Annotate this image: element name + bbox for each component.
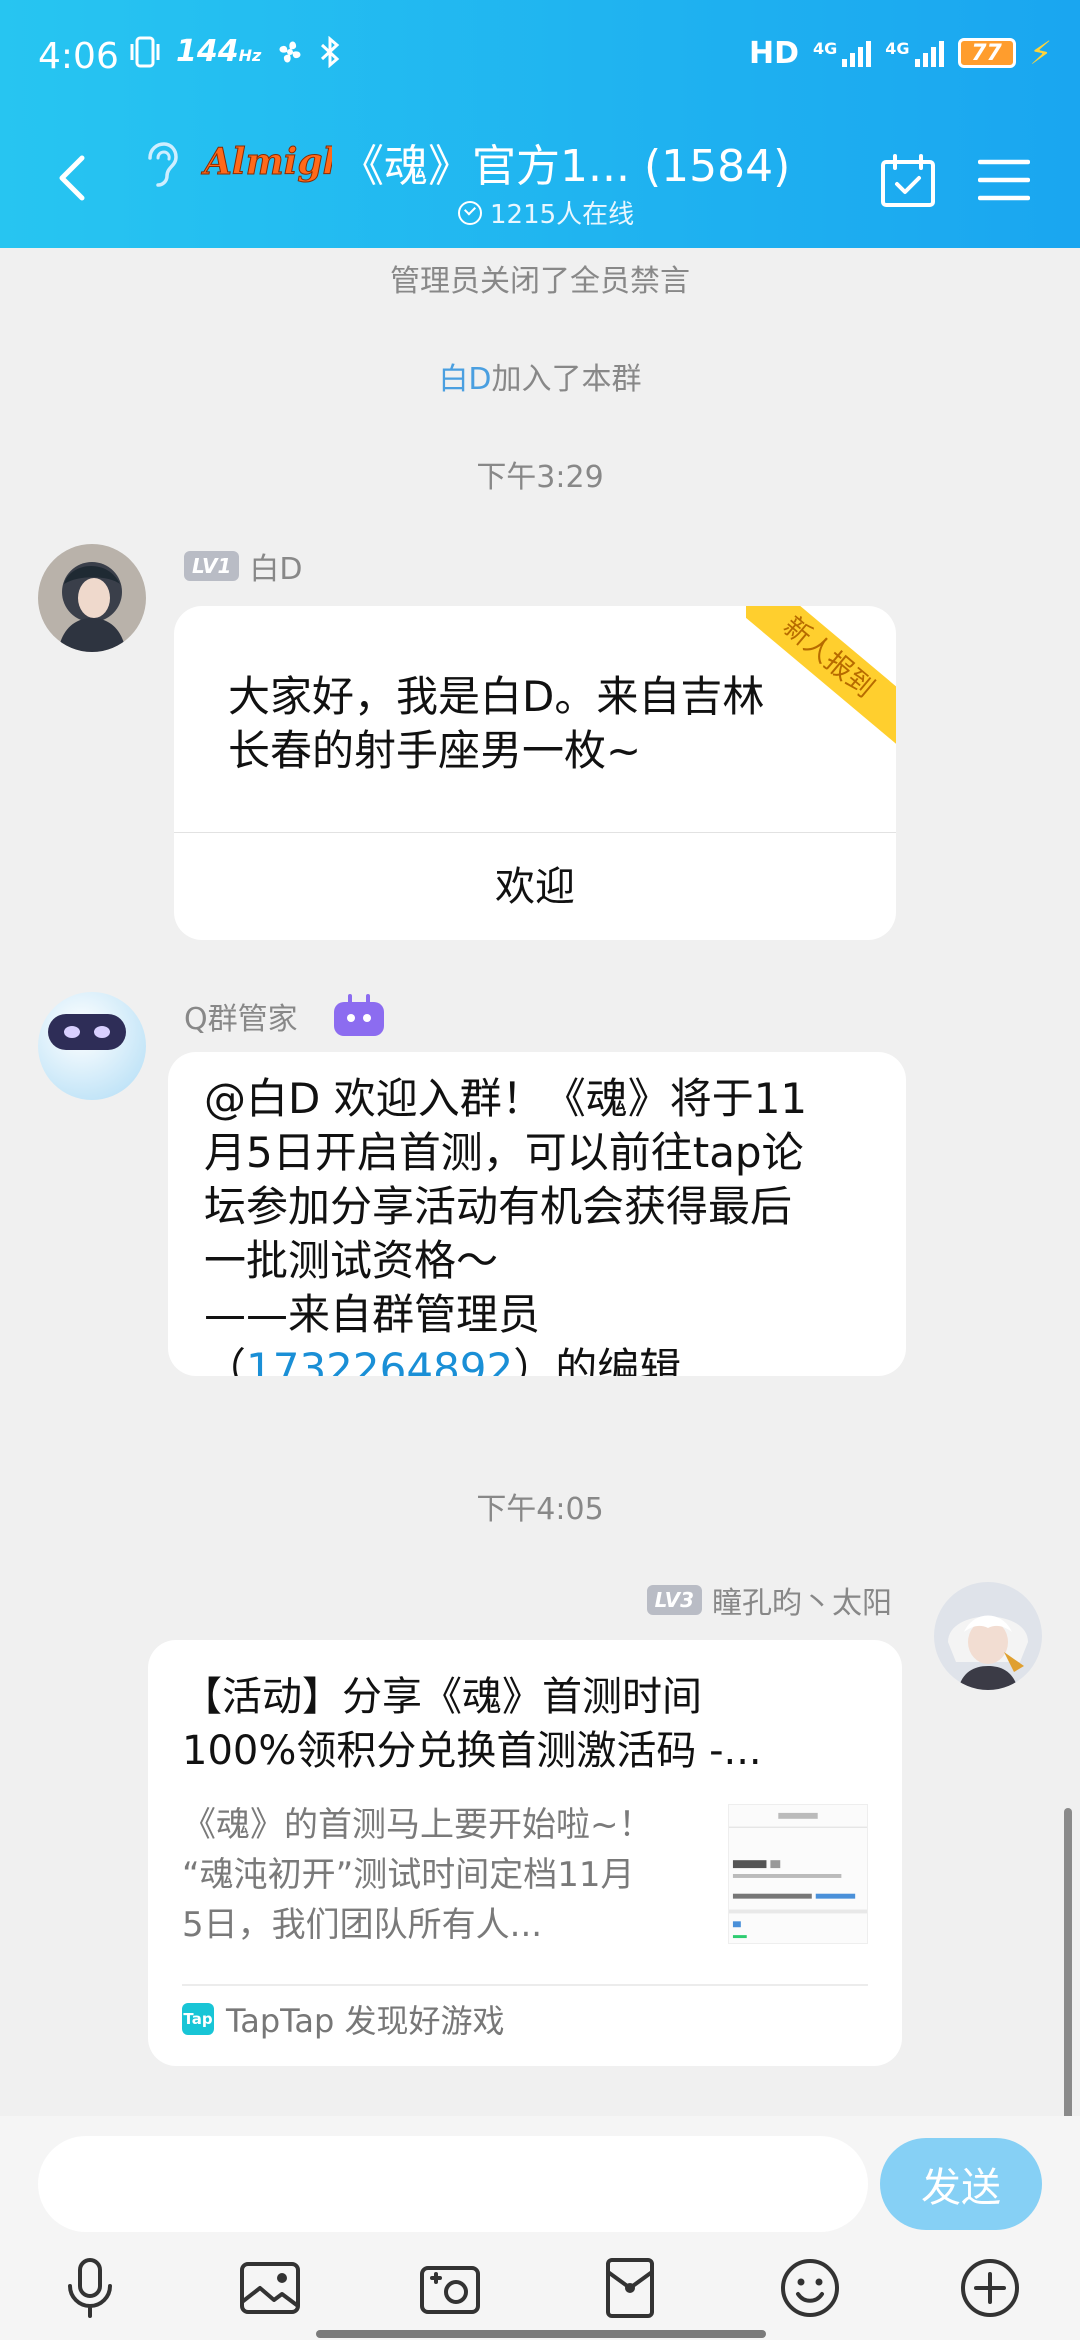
system-message: 管理员关闭了全员禁言: [390, 264, 690, 299]
chat-area[interactable]: 管理员关闭了全员禁言 白D加入了本群 下午3:29 LV1 白D 新人报到 大家…: [0, 248, 1080, 2116]
input-toolbar: [0, 2256, 1080, 2340]
ear-icon[interactable]: [140, 140, 180, 190]
online-count: 1215人在线: [458, 194, 634, 231]
bluetooth-icon: [321, 35, 340, 68]
system-message-join: 白D加入了本群: [438, 362, 642, 397]
avatar[interactable]: [38, 544, 146, 652]
system-user-link[interactable]: 白D: [438, 362, 491, 397]
message-input[interactable]: [38, 2136, 868, 2232]
qq-number-link[interactable]: 1732264892: [246, 1344, 513, 1376]
level-badge: LV3: [646, 1585, 702, 1615]
charging-icon: ⚡: [1029, 34, 1052, 72]
camera-icon[interactable]: [418, 2256, 482, 2320]
app-header: 4:06 144Hz HD 4G 4G 77 ⚡ Almight 《魂》官方1.…: [0, 0, 1080, 248]
sender-line: LV1 白D: [184, 544, 303, 588]
newcomer-ribbon: 新人报到: [746, 606, 896, 756]
welcome-button[interactable]: 欢迎: [174, 832, 896, 940]
status-right-icons: HD 4G 4G 77 ⚡: [749, 34, 1052, 72]
share-source: Tap TapTap 发现好游戏: [182, 2002, 505, 2040]
online-check-icon: [458, 200, 482, 225]
timestamp: 下午3:29: [476, 460, 604, 495]
sender-name[interactable]: Q群管家: [184, 994, 298, 1038]
newcomer-card[interactable]: 新人报到 大家好，我是白D。来自吉林 长春的射手座男一枚~ 欢迎: [174, 606, 896, 940]
svg-text:Almight: Almight: [201, 141, 332, 183]
refresh-rate: 144Hz: [176, 34, 262, 69]
status-time: 4:06: [38, 36, 119, 77]
menu-icon[interactable]: [978, 158, 1030, 202]
fan-icon: [279, 41, 301, 62]
group-title[interactable]: 《魂》官方1... (1584): [340, 130, 790, 194]
sender-name[interactable]: 瞳孔昀丶太阳: [712, 1578, 892, 1622]
image-icon[interactable]: [238, 2256, 302, 2320]
vibrate-icon: [130, 36, 160, 67]
bot-avatar[interactable]: [38, 992, 146, 1100]
emoji-icon[interactable]: [778, 2256, 842, 2320]
message-bubble[interactable]: @白D 欢迎入群！《魂》将于11 月5日开启首测，可以前往tap论 坛参加分享活…: [168, 1052, 906, 1376]
status-left-icons: 144Hz: [128, 34, 341, 69]
calendar-icon[interactable]: [880, 154, 936, 208]
avatar-image: [38, 544, 146, 652]
message-text: 大家好，我是白D。来自吉林 长春的射手座男一枚~: [228, 672, 765, 775]
share-title: 【活动】分享《魂》首测时间 100%领积分兑换首测激活码 -...: [182, 1674, 762, 1774]
plus-icon[interactable]: [958, 2256, 1022, 2320]
input-panel: 发送: [0, 2116, 1080, 2340]
level-badge: LV1: [184, 551, 240, 581]
signal-icon: 4G: [813, 39, 872, 67]
sender-line: LV3 瞳孔昀丶太阳: [646, 1578, 892, 1622]
microphone-icon[interactable]: [58, 2256, 122, 2320]
home-indicator[interactable]: [316, 2330, 766, 2338]
message-text: @白D 欢迎入群！《魂》将于11 月5日开启首测，可以前往tap论 坛参加分享活…: [204, 1072, 807, 1376]
sender-name[interactable]: 白D: [249, 544, 302, 588]
avatar-image: [934, 1582, 1042, 1690]
timestamp: 下午4:05: [476, 1492, 604, 1527]
taptap-icon: Tap: [182, 2003, 214, 2035]
red-packet-icon[interactable]: [598, 2256, 662, 2320]
share-description: 《魂》的首测马上要开始啦~！ “魂沌初开”测试时间定档11月 5日，我们团队所有…: [182, 1805, 653, 1945]
divider: [182, 1984, 868, 1986]
robot-badge-icon: [333, 994, 384, 1036]
signal-icon-2: 4G: [885, 39, 944, 67]
send-button[interactable]: 发送: [880, 2138, 1042, 2230]
share-card[interactable]: 【活动】分享《魂》首测时间 100%领积分兑换首测激活码 -... 《魂》的首测…: [148, 1640, 902, 2066]
share-thumbnail: [728, 1804, 868, 1944]
sender-line: Q群管家: [184, 994, 388, 1038]
back-button[interactable]: [46, 148, 106, 208]
avatar[interactable]: [934, 1582, 1042, 1690]
scrollbar[interactable]: [1064, 1808, 1072, 2116]
robot-avatar-image: [38, 992, 146, 1100]
group-logo: Almight: [201, 141, 333, 184]
status-bar: 4:06 144Hz HD 4G 4G 77 ⚡: [0, 0, 1080, 110]
nav-bar: Almight 《魂》官方1... (1584) 1215人在线: [0, 110, 1080, 248]
hd-icon: HD: [748, 35, 799, 71]
battery-icon: 77: [957, 38, 1016, 68]
